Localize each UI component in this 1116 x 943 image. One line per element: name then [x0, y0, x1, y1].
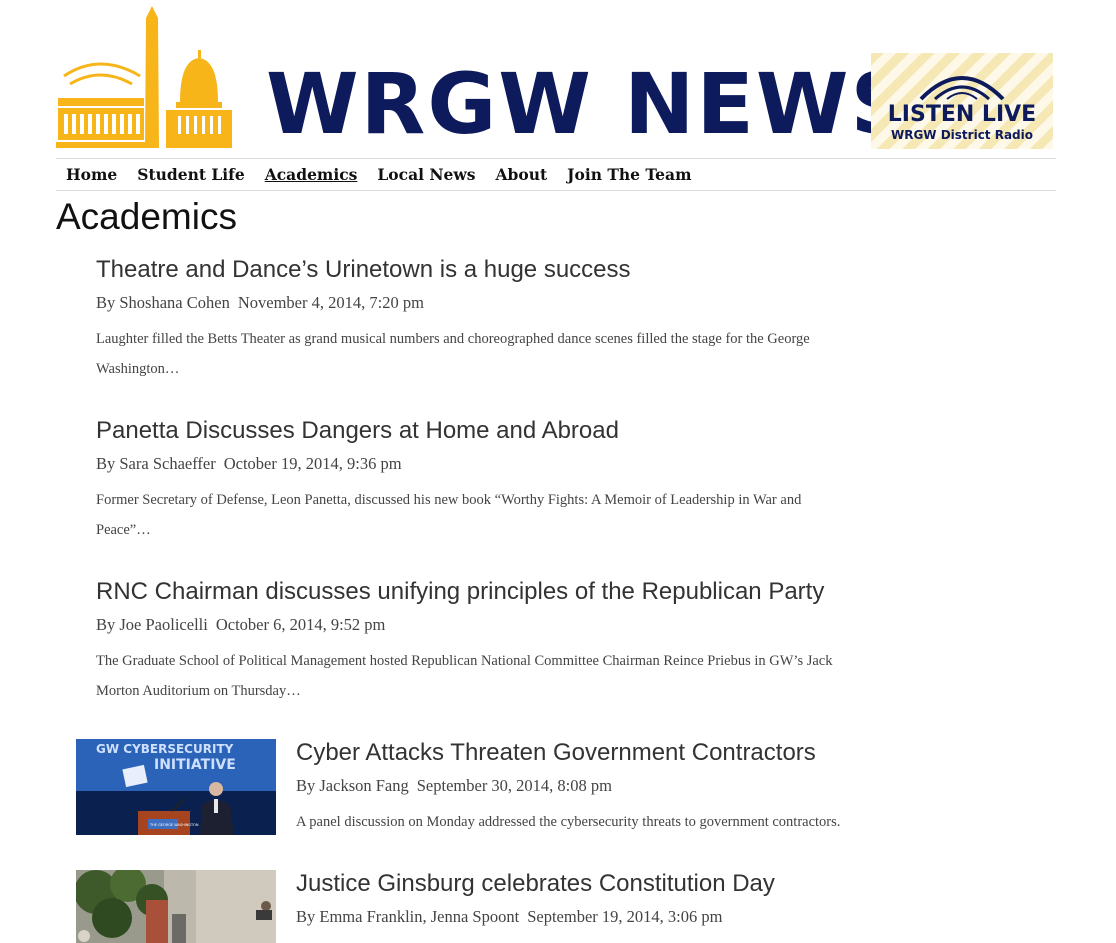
article-excerpt: Laughter filled the Betts Theater as gra…	[96, 331, 810, 377]
article-meta: By Emma Franklin, Jenna Spoont September …	[296, 907, 916, 927]
page-title: Academics	[56, 196, 237, 237]
dc-monuments-logo-icon[interactable]	[56, 6, 240, 150]
listen-live-subtitle: WRGW District Radio	[890, 128, 1034, 142]
main-nav: Home Student Life Academics Local News A…	[56, 158, 1056, 191]
radio-waves-icon	[919, 76, 1005, 101]
article-author: By Shoshana Cohen	[96, 293, 230, 312]
nav-item-student-life[interactable]: Student Life	[137, 165, 244, 184]
cyber-panel-photo: GW CYBERSECURITY INITIATIVE THE GEORGE W…	[76, 739, 276, 835]
article-title-link[interactable]: Cyber Attacks Threaten Government Contra…	[296, 739, 816, 766]
site-header: WRGW NEWS LISTEN LIVE WRGW District Radi…	[56, 6, 1056, 154]
article-meta: By Joe Paolicelli October 6, 2014, 9:52 p…	[96, 615, 836, 635]
article-meta: By Sara Schaeffer October 19, 2014, 9:36 …	[96, 454, 836, 474]
article-date: November 4, 2014, 7:20 pm	[237, 293, 424, 312]
article-title: Panetta Discusses Dangers at Home and Ab…	[96, 415, 836, 447]
nav-item-join-the-team[interactable]: Join The Team	[567, 165, 691, 184]
article-title: Justice Ginsburg celebrates Constitution…	[296, 868, 916, 900]
article-title: Cyber Attacks Threaten Government Contra…	[296, 737, 916, 769]
article-author: By Jackson Fang	[296, 776, 409, 795]
article-title: RNC Chairman discusses unifying principl…	[96, 576, 836, 608]
article-title: Theatre and Dance’s Urinetown is a huge …	[96, 254, 836, 286]
article-author: By Sara Schaeffer	[96, 454, 216, 473]
nav-item-about[interactable]: About	[496, 165, 548, 184]
article-item: Cyber Attacks Threaten Government Contra…	[296, 737, 916, 837]
article-date: September 30, 2014, 8:08 pm	[416, 776, 612, 795]
nav-item-academics[interactable]: Academics	[265, 165, 358, 184]
article-item: Theatre and Dance’s Urinetown is a huge …	[96, 254, 836, 384]
photo-banner-line2: INITIATIVE	[154, 757, 236, 773]
article-title-link[interactable]: Justice Ginsburg celebrates Constitution…	[296, 870, 775, 897]
article-meta: By Shoshana Cohen November 4, 2014, 7:20 …	[96, 293, 836, 313]
article-date: October 6, 2014, 9:52 pm	[215, 615, 386, 634]
nav-item-home[interactable]: Home	[66, 165, 117, 184]
site-logo-text[interactable]: WRGW NEWS	[266, 56, 913, 152]
listen-live-button[interactable]: LISTEN LIVE WRGW District Radio	[871, 53, 1053, 149]
article-author: By Joe Paolicelli	[96, 615, 208, 634]
photo-banner-line1: GW CYBERSECURITY	[96, 742, 234, 756]
article-excerpt: A panel discussion on Monday addressed t…	[296, 814, 841, 830]
article-thumbnail[interactable]	[76, 870, 276, 943]
article-title-link[interactable]: Theatre and Dance’s Urinetown is a huge …	[96, 256, 631, 283]
article-item: Panetta Discusses Dangers at Home and Ab…	[96, 415, 836, 545]
article-date: September 19, 2014, 3:06 pm	[527, 907, 723, 926]
nav-item-local-news[interactable]: Local News	[377, 165, 475, 184]
article-title-link[interactable]: RNC Chairman discusses unifying principl…	[96, 578, 824, 605]
podium-label: THE GEORGE WASHINGTON	[149, 823, 199, 827]
article-item: Justice Ginsburg celebrates Constitution…	[296, 868, 916, 927]
article-excerpt: Former Secretary of Defense, Leon Panett…	[96, 492, 802, 538]
article-meta: By Jackson Fang September 30, 2014, 8:08 …	[296, 776, 916, 796]
article-title-link[interactable]: Panetta Discusses Dangers at Home and Ab…	[96, 417, 619, 444]
ginsburg-event-photo	[76, 870, 276, 943]
listen-live-title: LISTEN LIVE	[887, 102, 1037, 127]
article-date: October 19, 2014, 9:36 pm	[223, 454, 402, 473]
article-thumbnail[interactable]: GW CYBERSECURITY INITIATIVE THE GEORGE W…	[76, 739, 276, 835]
article-item: RNC Chairman discusses unifying principl…	[96, 576, 836, 706]
article-author: By Emma Franklin, Jenna Spoont	[296, 907, 520, 926]
article-excerpt: The Graduate School of Political Managem…	[96, 653, 833, 699]
